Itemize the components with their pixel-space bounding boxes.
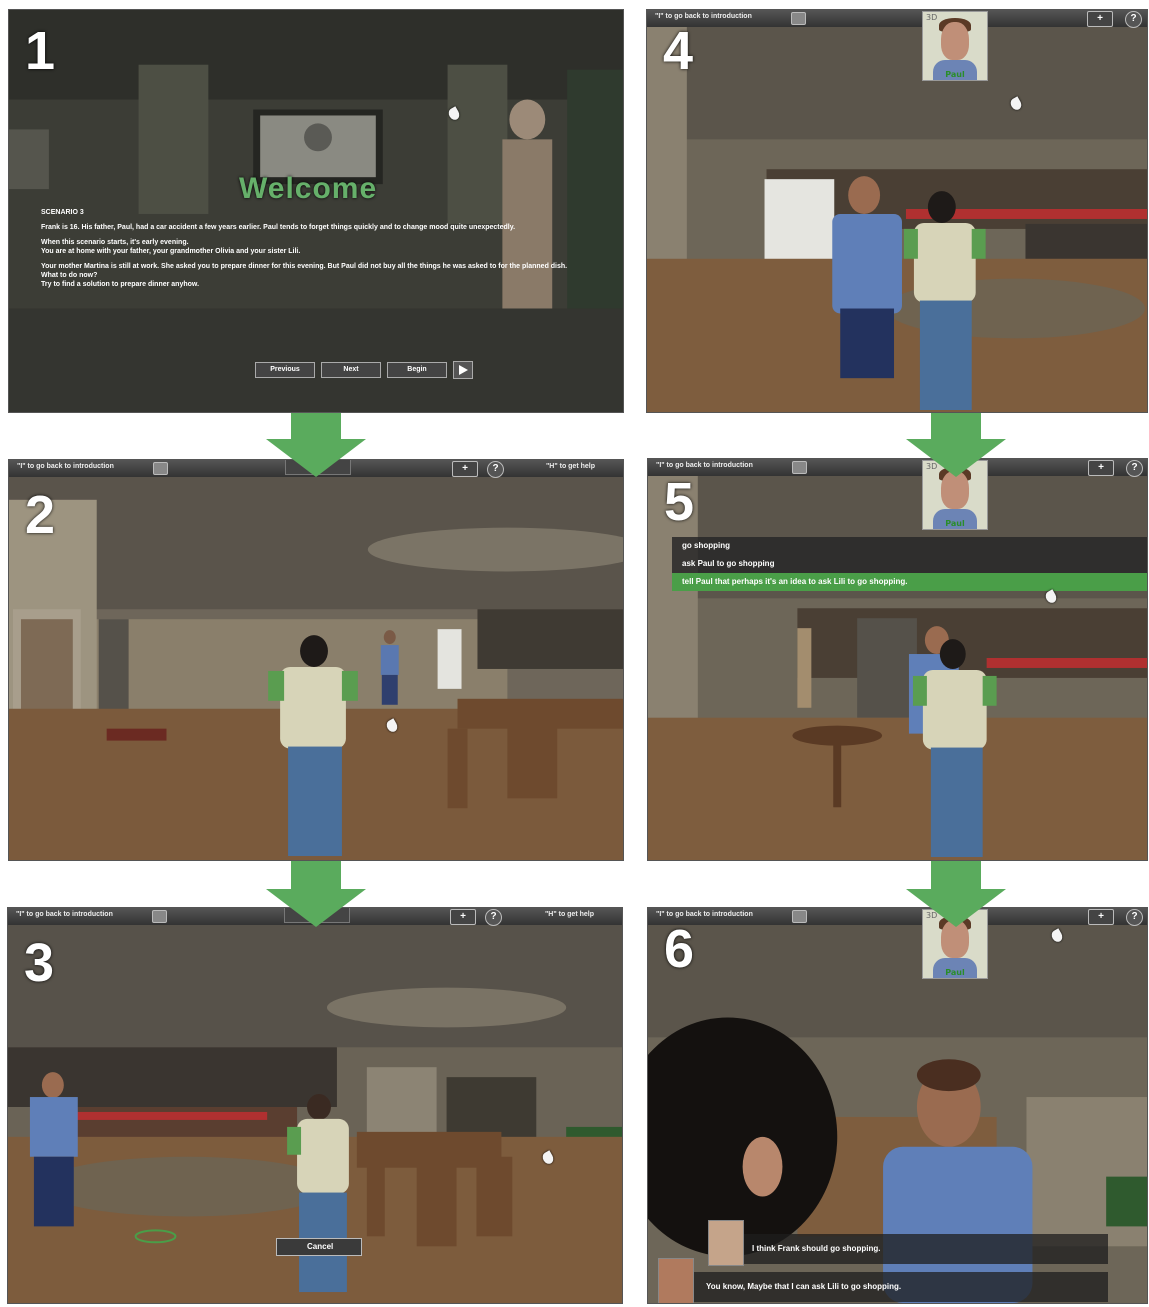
- panel-6-dialogue: "I" to go back to introduction + ? 3D Pa…: [647, 907, 1148, 1304]
- arrow-down-icon: [266, 413, 366, 477]
- help-icon[interactable]: ?: [1126, 460, 1143, 477]
- help-hint: "H" to get help: [544, 911, 594, 918]
- scene-conversation: [648, 459, 1147, 860]
- portrait-tag: 3D: [926, 13, 938, 22]
- scenario-paragraph-3c: Try to find a solution to prepare dinner…: [41, 281, 200, 288]
- panel-3-walk: "I" to go back to introduction + ? "H" t…: [7, 907, 623, 1304]
- help-icon[interactable]: ?: [1126, 909, 1143, 926]
- play-icon[interactable]: [453, 361, 473, 379]
- dialogue-text-1: I think Frank should go shopping.: [752, 1244, 881, 1253]
- hud-bar: "I" to go back to introduction + ?: [648, 459, 1147, 477]
- paul-portrait[interactable]: 3D Paul: [922, 11, 988, 81]
- panel-1-introduction: 1 Welcome SCENARIO 3 Frank is 16. His fa…: [8, 9, 624, 413]
- expand-icon[interactable]: +: [452, 461, 478, 477]
- action-choice-menu: go shopping ask Paul to go shopping tell…: [672, 537, 1147, 591]
- scenario-paragraph-3b: What to do now?: [41, 272, 98, 279]
- panel-number: 1: [25, 21, 56, 81]
- panel-2-explore: "I" to go back to introduction + ? "H" t…: [8, 459, 624, 861]
- next-button[interactable]: Next: [321, 362, 381, 378]
- scenario-paragraph-3a: Your mother Martina is still at work. Sh…: [41, 263, 568, 270]
- expand-icon[interactable]: +: [450, 909, 476, 925]
- portrait-name: Paul: [945, 519, 965, 528]
- help-icon[interactable]: ?: [487, 461, 504, 478]
- intro-toggle-icon[interactable]: [792, 910, 807, 923]
- scenario-paragraph-2a: When this scenario starts, it's early ev…: [41, 239, 189, 246]
- previous-button[interactable]: Previous: [255, 362, 315, 378]
- intro-hint: "I" to go back to introduction: [655, 13, 752, 20]
- portrait-name: Paul: [945, 70, 965, 79]
- arrow-down-icon: [266, 861, 366, 927]
- expand-icon[interactable]: +: [1087, 11, 1113, 27]
- choice-go-shopping[interactable]: go shopping: [672, 537, 1147, 555]
- choice-ask-paul[interactable]: ask Paul to go shopping: [672, 555, 1147, 573]
- welcome-title: Welcome: [239, 172, 378, 205]
- hud-bar: "I" to go back to introduction + ?: [648, 908, 1147, 926]
- help-icon[interactable]: ?: [1125, 11, 1142, 28]
- intro-hint: "I" to go back to introduction: [16, 911, 113, 918]
- cancel-label: Cancel: [307, 1242, 334, 1251]
- portrait-face: [941, 22, 969, 60]
- arrow-down-icon: [906, 413, 1006, 477]
- intro-hint: "I" to go back to introduction: [656, 911, 753, 918]
- intro-toggle-icon[interactable]: [791, 12, 806, 25]
- paul-avatar: [658, 1258, 694, 1303]
- intro-toggle-icon[interactable]: [152, 910, 167, 923]
- panel-4-meet-paul: "I" to go back to introduction + ? 3D Pa…: [646, 9, 1148, 413]
- panel-5-choose-action: "I" to go back to introduction + ? 3D Pa…: [647, 458, 1148, 861]
- scene-kitchen-meeting: [647, 10, 1147, 412]
- expand-icon[interactable]: +: [1088, 460, 1114, 476]
- panel-number: 5: [664, 472, 695, 532]
- intro-toggle-icon[interactable]: [153, 462, 168, 475]
- intro-hint: "I" to go back to introduction: [17, 463, 114, 470]
- scenario-paragraph-2b: You are at home with your father, your g…: [41, 248, 301, 255]
- scene-hallway: [9, 460, 623, 860]
- dialogue-text-2: You know, Maybe that I can ask Lili to g…: [706, 1282, 902, 1291]
- scenario-title: SCENARIO 3: [41, 209, 84, 216]
- panel-number: 6: [664, 919, 695, 979]
- dialogue-line-paul: You know, Maybe that I can ask Lili to g…: [658, 1258, 1108, 1303]
- scenario-description: SCENARIO 3 Frank is 16. His father, Paul…: [41, 208, 601, 289]
- intro-hint: "I" to go back to introduction: [656, 462, 753, 469]
- panel-number: 4: [663, 21, 694, 81]
- choice-suggest-lili[interactable]: tell Paul that perhaps it's an idea to a…: [672, 573, 1147, 591]
- help-hint: "H" to get help: [545, 463, 595, 470]
- dialogue-line-frank: I think Frank should go shopping.: [708, 1220, 1108, 1266]
- help-icon[interactable]: ?: [485, 909, 502, 926]
- arrow-down-icon: [906, 861, 1006, 927]
- cancel-button[interactable]: Cancel: [276, 1238, 362, 1256]
- begin-button[interactable]: Begin: [387, 362, 447, 378]
- intro-toggle-icon[interactable]: [792, 461, 807, 474]
- frank-avatar: [708, 1220, 744, 1266]
- hud-bar: "I" to go back to introduction + ?: [647, 10, 1147, 28]
- panel-number: 3: [24, 933, 55, 993]
- expand-icon[interactable]: +: [1088, 909, 1114, 925]
- scenario-paragraph-1: Frank is 16. His father, Paul, had a car…: [41, 224, 516, 231]
- portrait-name: Paul: [945, 968, 965, 977]
- panel-number: 2: [25, 485, 56, 545]
